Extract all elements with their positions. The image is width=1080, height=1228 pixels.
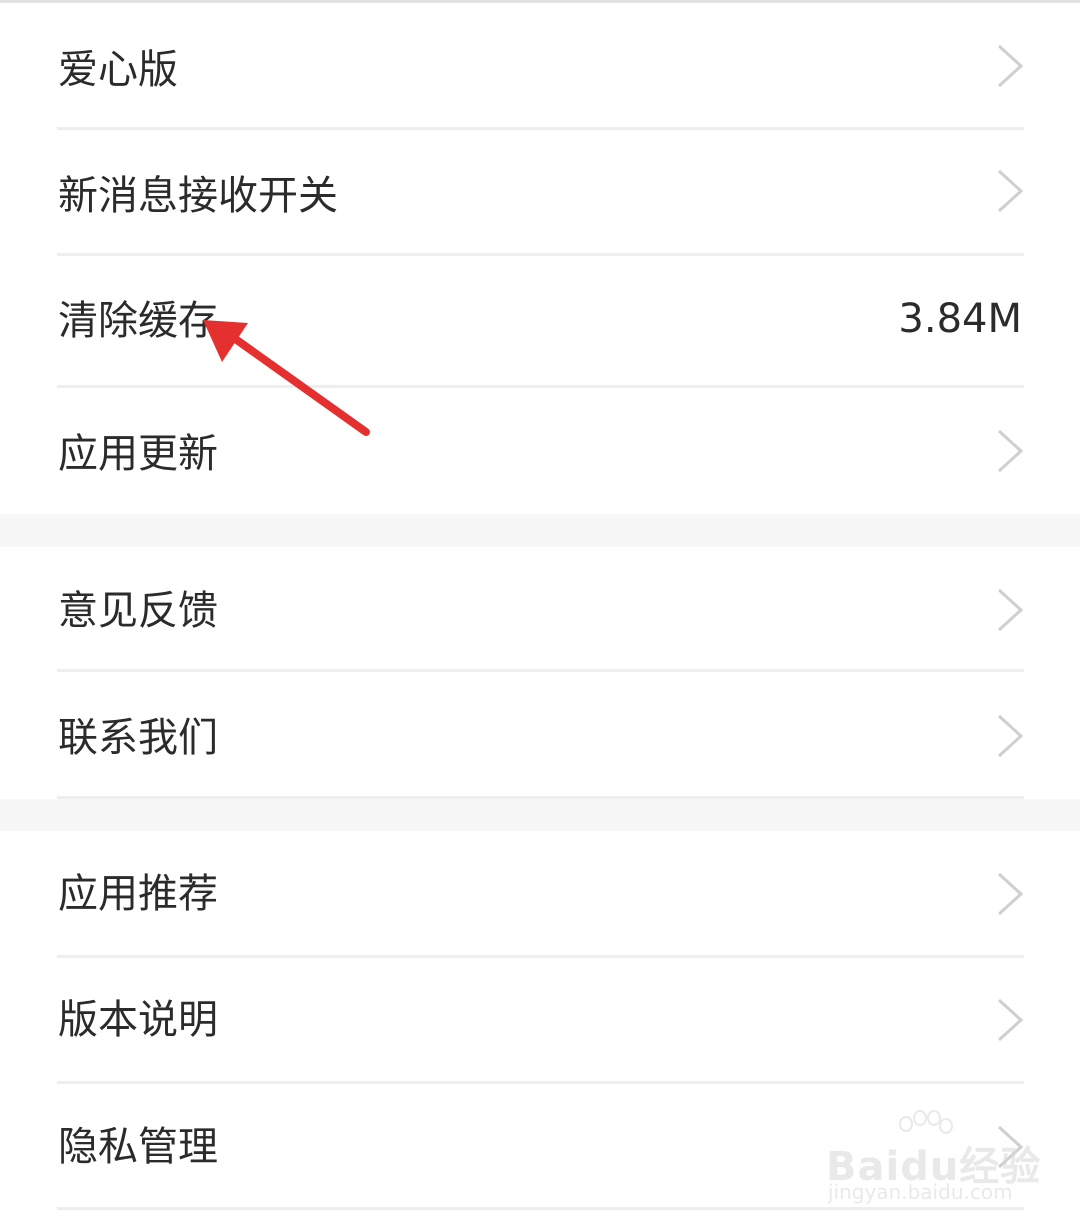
settings-item-label: 新消息接收开关 [58,173,338,219]
settings-item-label: 应用推荐 [58,871,218,917]
settings-item-clear-cache[interactable]: 清除缓存 3.84M [0,256,1080,385]
chevron-right-icon [997,169,1024,213]
chevron-right-icon [997,588,1024,632]
settings-item-label: 清除缓存 [58,298,218,344]
settings-group-1: 爱心版 新消息接收开关 清除缓存 3.84M 应用更新 [0,3,1080,514]
settings-item-label: 应用更新 [58,431,218,477]
baidu-watermark: Baidu经验 jingyan.baidu.com [826,1110,1040,1220]
settings-item-label: 联系我们 [58,715,218,761]
settings-item-label: 隐私管理 [58,1124,218,1170]
settings-item-love-edition[interactable]: 爱心版 [0,3,1080,128]
settings-item-version-notes[interactable]: 版本说明 [0,958,1080,1081]
settings-item-label: 爱心版 [58,47,178,93]
settings-item-feedback[interactable]: 意见反馈 [0,547,1080,669]
settings-item-label: 版本说明 [58,997,218,1043]
watermark-url: jingyan.baidu.com [828,1180,1013,1204]
row-divider [57,796,1024,799]
chevron-right-icon [997,714,1024,758]
settings-item-contact-us[interactable]: 联系我们 [0,672,1080,796]
chevron-right-icon [997,429,1024,473]
settings-item-message-switch[interactable]: 新消息接收开关 [0,130,1080,254]
cache-size-value: 3.84M [898,296,1022,342]
chevron-right-icon [997,998,1024,1042]
settings-item-app-recommend[interactable]: 应用推荐 [0,831,1080,955]
settings-item-app-update[interactable]: 应用更新 [0,388,1080,514]
settings-group-2: 意见反馈 联系我们 [0,547,1080,799]
settings-item-label: 意见反馈 [58,588,218,634]
chevron-right-icon [997,44,1024,88]
chevron-right-icon [997,872,1024,916]
